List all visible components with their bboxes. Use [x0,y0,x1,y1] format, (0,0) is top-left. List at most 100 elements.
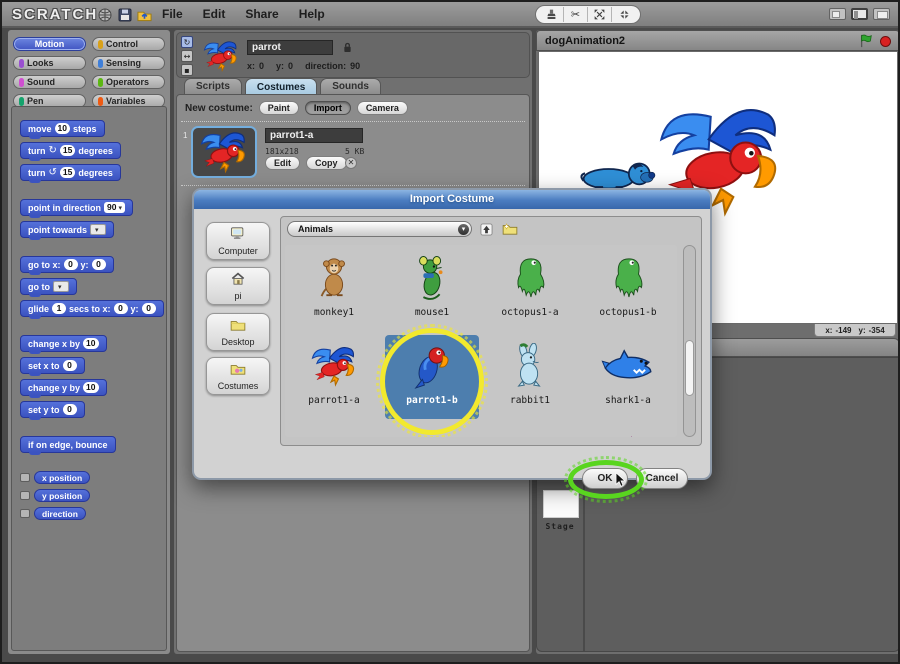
file-item-parrot1-b[interactable]: parrot1-b [385,335,479,419]
cancel-button[interactable]: Cancel [636,468,688,489]
block-dropdown[interactable]: ▾ [53,281,69,292]
rotate-style-icon[interactable]: ↻ [181,36,193,48]
block-number-field[interactable]: 0 [142,303,156,314]
shrink-sprite-icon[interactable] [612,7,636,22]
edit-button[interactable]: Edit [265,156,300,170]
no-rotate-style-icon[interactable]: ▪ [181,64,193,76]
block-number-field[interactable]: 0 [63,404,77,415]
normal-stage-mode-icon[interactable] [851,8,868,20]
block-number-field[interactable]: 10 [83,338,98,349]
costume-name-input[interactable] [265,128,363,143]
dialog-title[interactable]: Import Costume [194,190,710,209]
up-directory-icon[interactable] [478,222,495,237]
tab-costumes[interactable]: Costumes [245,78,317,94]
block-number-field[interactable]: 0 [64,259,78,270]
presentation-mode-icon[interactable] [873,8,890,20]
place-home[interactable]: pi [206,267,270,305]
scrollbar-thumb[interactable] [685,340,694,396]
share-upload-icon[interactable] [136,7,152,23]
import-button[interactable]: Import [305,101,351,115]
palette-block[interactable]: move10steps [20,120,105,137]
palette-block[interactable]: turn↻15degrees [20,142,121,159]
palette-block[interactable]: go to x:0y:0 [20,256,114,273]
place-desktop[interactable]: Desktop [206,313,270,351]
palette-block[interactable]: if on edge, bounce [20,436,116,453]
menu-file[interactable]: File [162,7,183,21]
ok-button[interactable]: OK [582,468,628,489]
block-label: secs to x: [69,304,111,314]
scissors-delete-icon[interactable]: ✂ [564,7,588,22]
stop-button[interactable] [880,36,891,47]
camera-button[interactable]: Camera [357,101,408,115]
palette-block[interactable]: point towards▾ [20,221,114,238]
costume-thumbnail[interactable] [191,126,257,178]
file-item[interactable] [579,421,677,437]
palette-block[interactable]: set y to0 [20,401,85,418]
file-item[interactable] [383,421,481,437]
reporter-checkbox[interactable] [20,509,30,518]
block-number-field[interactable]: 0 [63,360,77,371]
reporter-checkbox[interactable] [20,491,30,500]
tab-sounds[interactable]: Sounds [320,78,381,94]
place-costumes[interactable]: Costumes [206,357,270,395]
lock-icon[interactable] [343,41,352,59]
palette-block[interactable]: turn↺15degrees [20,164,121,181]
palette-block[interactable]: glide1secs to x:0y:0 [20,300,164,317]
palette-block[interactable]: set x to0 [20,357,85,374]
category-sound[interactable]: Sound [13,75,86,89]
file-item-parrot1-a[interactable]: parrot1-a [285,333,383,421]
stage-thumbnail[interactable] [543,490,579,518]
file-item-octopus1-b[interactable]: octopus1-b [579,245,677,333]
menu-help[interactable]: Help [299,7,325,21]
block-number-field[interactable]: 0 [114,303,128,314]
palette-block[interactable]: y position [34,489,90,502]
block-number-dropdown[interactable]: 90▾ [104,202,125,213]
block-number-field[interactable]: 10 [55,123,70,134]
reporter-checkbox[interactable] [20,473,30,482]
palette-block[interactable]: change x by10 [20,335,107,352]
palette-block[interactable]: x position [34,471,90,484]
small-stage-mode-icon[interactable] [829,8,846,20]
duplicate-stamp-icon[interactable] [540,7,564,22]
sprite-thumbnail[interactable] [199,36,243,76]
sprite-name-input[interactable] [247,40,333,55]
category-control[interactable]: Control [92,37,165,51]
new-folder-icon[interactable] [501,222,518,237]
palette-block[interactable]: point in direction90▾ [20,199,133,216]
category-sensing[interactable]: Sensing [92,56,165,70]
chevron-down-icon: ▾ [58,283,62,291]
file-item-rabbit1[interactable]: rabbit1 [481,333,579,421]
copy-button[interactable]: Copy [306,156,347,170]
save-icon[interactable] [117,7,133,23]
file-item-shark1-a[interactable]: shark1-a [579,333,677,421]
category-looks[interactable]: Looks [13,56,86,70]
grow-sprite-icon[interactable] [588,7,612,22]
block-number-field[interactable]: 1 [52,303,66,314]
file-item-mouse1[interactable]: mouse1 [383,245,481,333]
block-number-field[interactable]: 15 [60,167,75,178]
category-motion[interactable]: Motion [13,37,86,51]
block-number-field[interactable]: 10 [83,382,98,393]
file-scrollbar[interactable] [683,245,696,437]
category-operators[interactable]: Operators [92,75,165,89]
file-item-octopus1-a[interactable]: octopus1-a [481,245,579,333]
left-right-style-icon[interactable]: ↔ [181,50,193,62]
menu-edit[interactable]: Edit [203,7,226,21]
palette-block[interactable]: go to▾ [20,278,77,295]
palette-block[interactable]: change y by10 [20,379,107,396]
folder-dropdown[interactable]: Animals ▾ [287,221,472,237]
tab-scripts[interactable]: Scripts [184,78,242,94]
place-computer[interactable]: Computer [206,222,270,260]
file-item[interactable] [285,421,383,437]
block-number-field[interactable]: 15 [60,145,75,156]
file-item[interactable] [481,421,579,437]
language-globe-icon[interactable] [97,7,113,23]
menu-share[interactable]: Share [245,7,278,21]
delete-costume-icon[interactable]: ✕ [345,157,357,169]
block-dropdown[interactable]: ▾ [90,224,106,235]
file-item-monkey1[interactable]: monkey1 [285,245,383,333]
fish-icon [302,426,366,437]
block-number-field[interactable]: 0 [92,259,106,270]
paint-button[interactable]: Paint [259,101,299,115]
palette-block[interactable]: direction [34,507,86,520]
